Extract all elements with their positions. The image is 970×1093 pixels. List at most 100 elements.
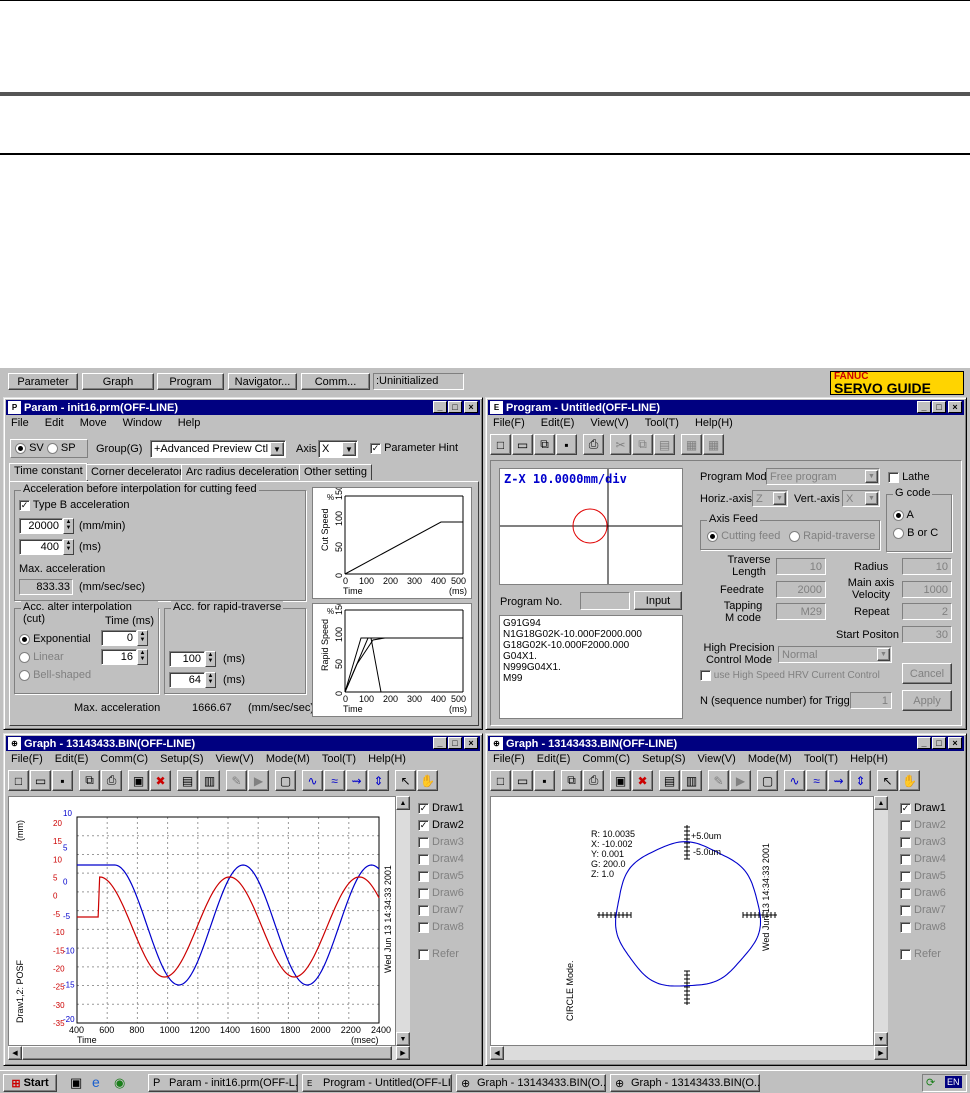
scroll-up-icon[interactable]: ▲: [396, 796, 410, 810]
time-spinner[interactable]: ▲ ▼: [63, 539, 74, 555]
pointer-icon[interactable]: ↖: [395, 770, 416, 791]
scroll-right-icon[interactable]: ▶: [396, 1046, 410, 1060]
nc-code-box[interactable]: G91G94 N1G18G02K-10.000F2000.000 G18G02K…: [499, 615, 683, 719]
sp-radio[interactable]: [46, 442, 58, 454]
menu-view[interactable]: View(V): [587, 417, 631, 432]
chevron-down-icon[interactable]: ▼: [773, 492, 786, 505]
graph2-vscroll[interactable]: ▲ ▼: [874, 796, 888, 1046]
delete-icon[interactable]: ▤: [654, 434, 675, 455]
print-icon[interactable]: ⎙: [583, 434, 604, 455]
quicklaunch-ie-icon[interactable]: e: [92, 1074, 100, 1090]
chevron-down-icon[interactable]: ▼: [865, 492, 878, 505]
horiz-axis-select[interactable]: Z ▼: [752, 490, 788, 507]
wave-icon[interactable]: ∿: [302, 770, 323, 791]
draw-toggle-1[interactable]: ✓ Draw1: [900, 802, 960, 819]
cancel-button[interactable]: Cancel: [902, 663, 952, 684]
menu-help[interactable]: Help: [175, 417, 204, 432]
language-indicator[interactable]: EN: [945, 1076, 962, 1088]
repeat-input[interactable]: 2: [902, 603, 952, 620]
radius-input[interactable]: 10: [902, 558, 952, 575]
program-mode-select[interactable]: Free program ▼: [766, 468, 880, 485]
menu-setup[interactable]: Setup(S): [639, 753, 688, 768]
exp-spinner[interactable]: ▲ ▼: [137, 630, 148, 646]
open-folder-icon[interactable]: ▭: [512, 434, 533, 455]
delete-icon[interactable]: ✖: [150, 770, 171, 791]
menu-view[interactable]: View(V): [695, 753, 739, 768]
draw-toggle-7[interactable]: Draw7: [900, 904, 960, 921]
pointer-icon[interactable]: ↖: [877, 770, 898, 791]
sv-radio[interactable]: [15, 442, 26, 454]
draw-toggle-7[interactable]: Draw7: [418, 904, 478, 921]
paste-icon[interactable]: ⧉: [632, 434, 653, 455]
menu-edit[interactable]: Edit(E): [538, 417, 578, 432]
draw-toggle-4[interactable]: Draw4: [900, 853, 960, 870]
menu-setup[interactable]: Setup(S): [157, 753, 206, 768]
graph-button[interactable]: Graph: [82, 373, 154, 390]
task-param[interactable]: P Param - init16.prm(OFF-L...: [148, 1074, 298, 1092]
draw-toggle-3[interactable]: Draw3: [900, 836, 960, 853]
tab-corner-deceleration[interactable]: Corner deceleraton: [86, 464, 191, 480]
save-icon[interactable]: ▪: [534, 770, 555, 791]
config-icon[interactable]: ▥: [681, 770, 702, 791]
tab-other-setting[interactable]: Other setting: [299, 464, 372, 480]
cut-icon[interactable]: ✂: [610, 434, 631, 455]
vert-axis-select[interactable]: X ▼: [842, 490, 880, 507]
close-icon[interactable]: ×: [948, 737, 962, 749]
tab-time-constant[interactable]: Time constant: [9, 463, 88, 481]
exp-input[interactable]: 0: [101, 630, 137, 646]
main-axis-input[interactable]: 1000: [902, 581, 952, 598]
axis-select[interactable]: X ▼: [318, 440, 358, 458]
scale-icon[interactable]: ▢: [275, 770, 296, 791]
gcode-bc-radio[interactable]: B or C: [893, 527, 938, 539]
new-file-icon[interactable]: □: [490, 434, 511, 455]
menu-comm[interactable]: Comm(C): [97, 753, 151, 768]
menu-comm[interactable]: Comm(C): [579, 753, 633, 768]
draw-toggle-2[interactable]: ✓ Draw2: [418, 819, 478, 836]
maximize-icon[interactable]: □: [932, 737, 946, 749]
graph1-hscroll[interactable]: ◀ ▶: [8, 1046, 410, 1060]
draw-toggle-3[interactable]: Draw3: [418, 836, 478, 853]
quicklaunch-channel-icon[interactable]: ◉: [114, 1075, 125, 1091]
rapid-spinner-1[interactable]: ▲ ▼: [205, 651, 216, 667]
menu-view[interactable]: View(V): [213, 753, 257, 768]
high-precision-select[interactable]: Normal ▼: [778, 646, 892, 663]
menu-edit[interactable]: Edit(E): [52, 753, 92, 768]
draw-toggle-9[interactable]: Refer: [900, 948, 960, 965]
graph1-vscroll[interactable]: ▲ ▼: [396, 796, 410, 1046]
setup-icon[interactable]: ▤: [659, 770, 680, 791]
program-titlebar[interactable]: E Program - Untitled(OFF-LINE) _ □ ×: [488, 400, 964, 415]
minimize-icon[interactable]: _: [917, 401, 931, 413]
menu-file[interactable]: File(F): [8, 753, 46, 768]
cutting-feed-radio[interactable]: Cutting feed: [707, 530, 780, 542]
menu-window[interactable]: Window: [120, 417, 165, 432]
start-position-input[interactable]: 30: [902, 626, 952, 643]
tab-arc-radius-deceleration[interactable]: Arc radius deceleration: [181, 464, 304, 480]
menu-edit[interactable]: Edit: [42, 417, 67, 432]
chevron-down-icon[interactable]: ▼: [877, 648, 890, 661]
bell-radio[interactable]: Bell-shaped: [19, 669, 91, 681]
play-icon[interactable]: ▶: [248, 770, 269, 791]
copy-icon[interactable]: ⧉: [79, 770, 100, 791]
tray-icon[interactable]: ⟳: [926, 1076, 935, 1089]
import-icon[interactable]: ▦: [703, 434, 724, 455]
linear-input[interactable]: 16: [101, 649, 137, 665]
save-icon[interactable]: ▪: [52, 770, 73, 791]
maximize-icon[interactable]: □: [448, 401, 462, 413]
feedrate-spinner[interactable]: ▲ ▼: [63, 518, 74, 534]
open-folder-icon[interactable]: ▭: [512, 770, 533, 791]
close-icon[interactable]: ×: [948, 401, 962, 413]
exponential-radio[interactable]: Exponential: [19, 633, 91, 645]
export-icon[interactable]: ▦: [681, 434, 702, 455]
close-icon[interactable]: ×: [464, 737, 478, 749]
print-icon[interactable]: ⎙: [101, 770, 122, 791]
wave-fit-icon[interactable]: ⇕: [850, 770, 871, 791]
menu-tool[interactable]: Tool(T): [642, 417, 682, 432]
maximize-icon[interactable]: □: [448, 737, 462, 749]
apply-button[interactable]: Apply: [902, 690, 952, 711]
maximize-icon[interactable]: □: [932, 401, 946, 413]
close-icon[interactable]: ×: [464, 401, 478, 413]
draw-toggle-2[interactable]: Draw2: [900, 819, 960, 836]
parameter-hint-checkbox[interactable]: ✓ Parameter Hint: [370, 442, 458, 454]
minimize-icon[interactable]: _: [433, 737, 447, 749]
hand-icon[interactable]: ✋: [417, 770, 438, 791]
